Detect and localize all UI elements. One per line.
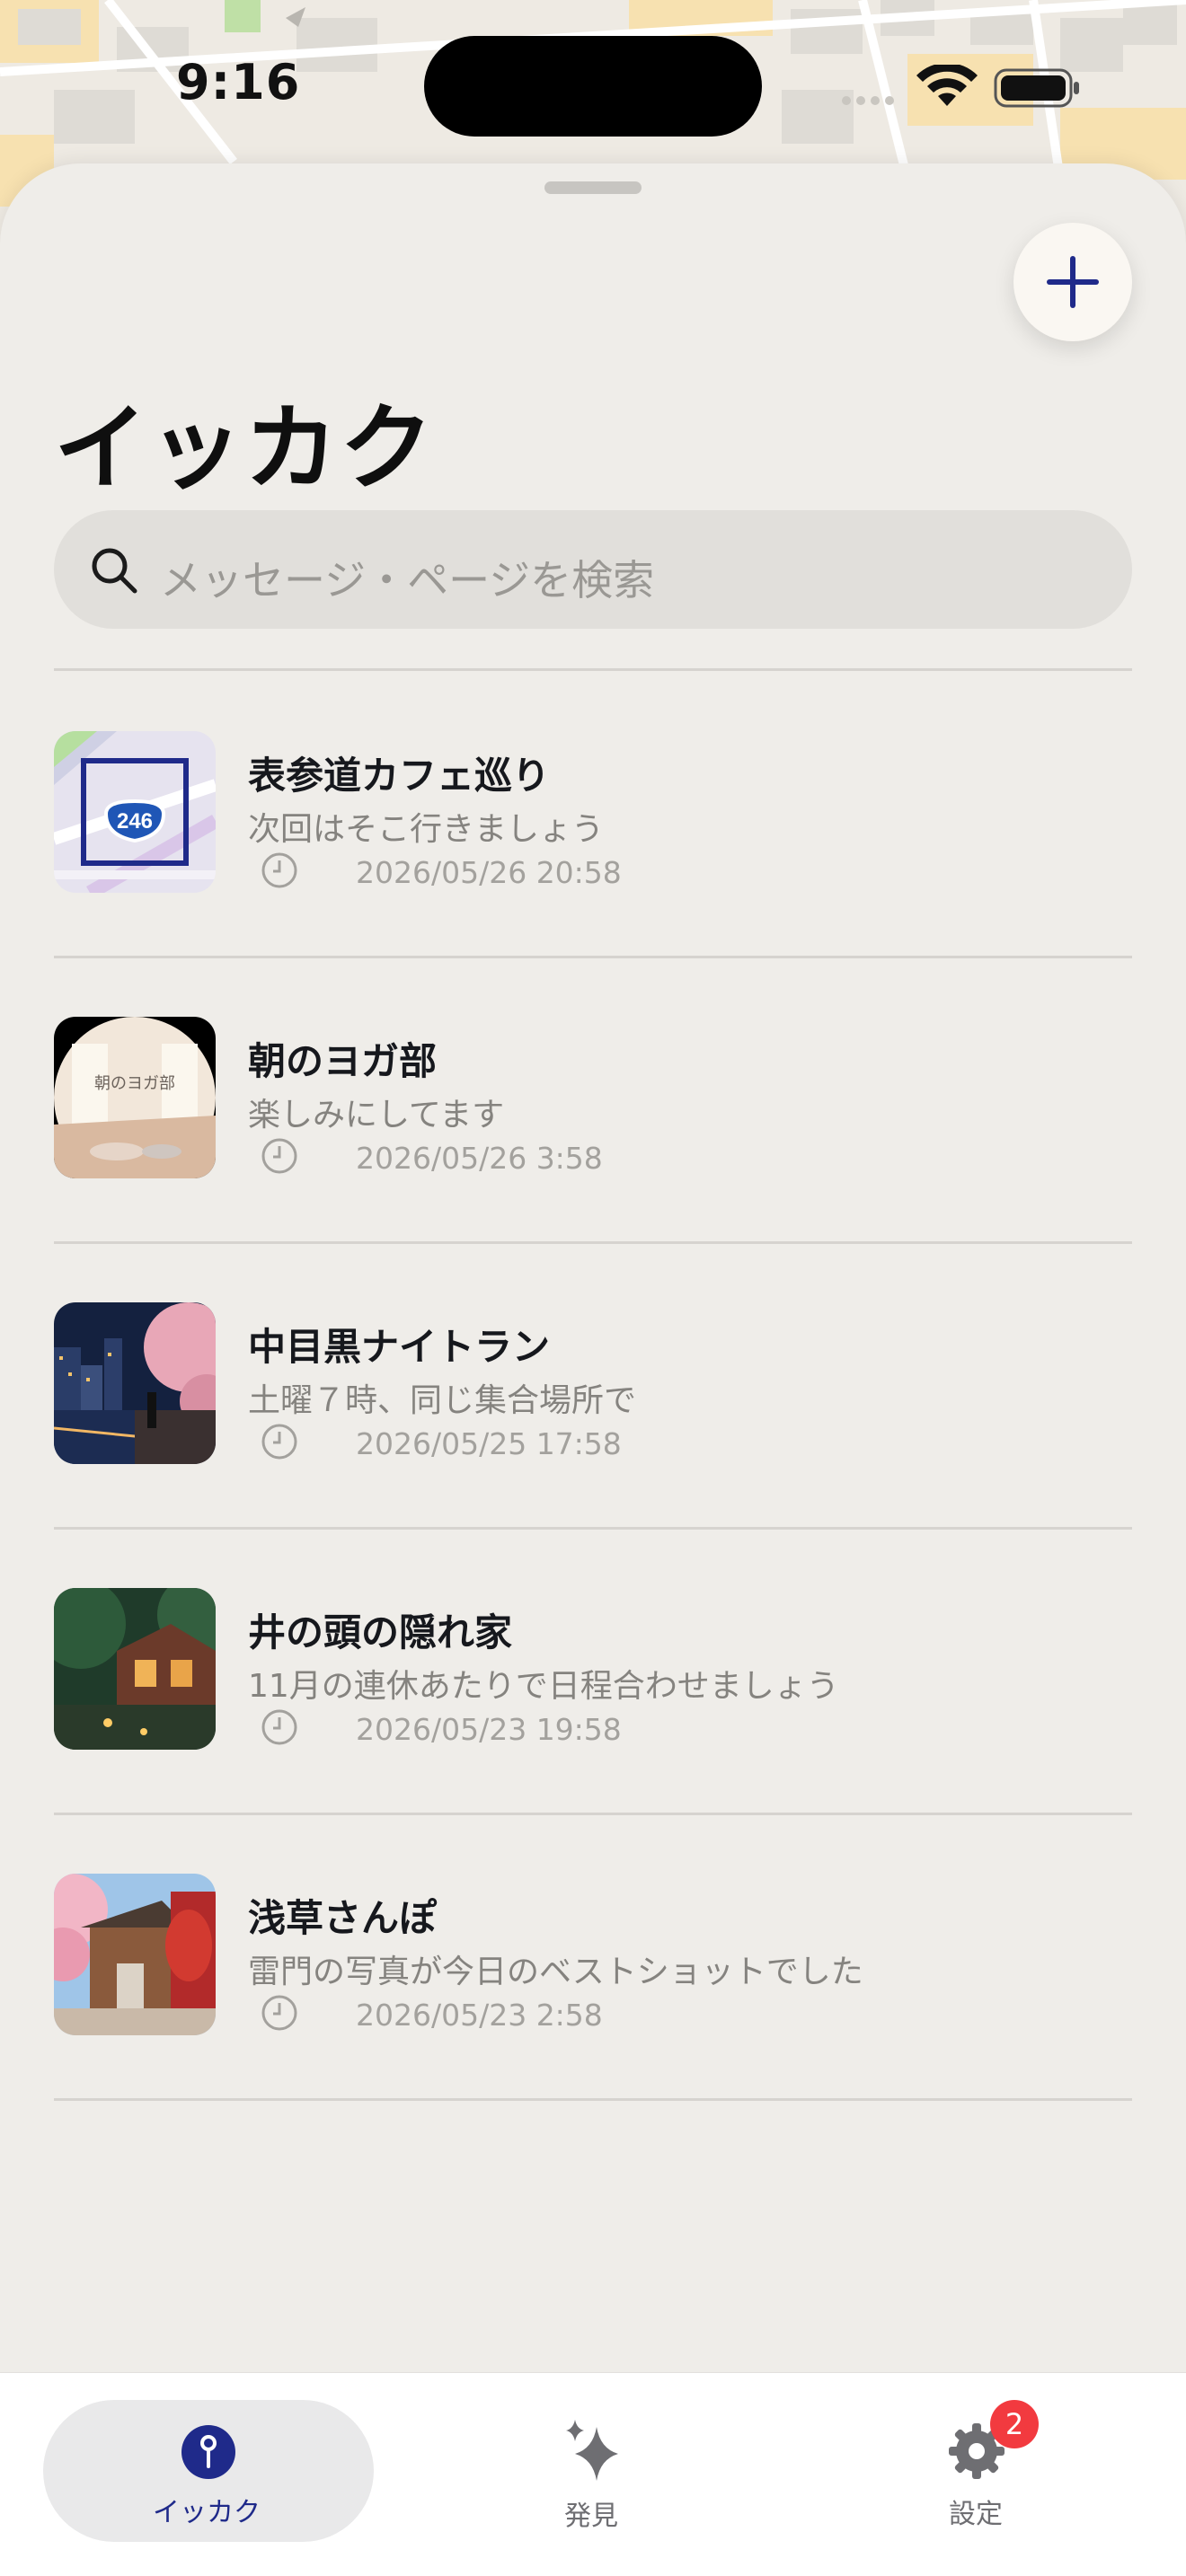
clock-icon — [261, 852, 297, 888]
chat-thumbnail — [54, 1588, 216, 1750]
chat-thumbnail — [54, 1874, 216, 2035]
divider — [54, 2098, 1132, 2101]
tab-settings[interactable]: 2 設定 — [898, 2400, 1078, 2542]
chat-list-sheet: イッカク メッセージ・ページを検索 246 表参道カフェ巡り 次回はそこ行きまし… — [0, 163, 1186, 2576]
chat-timestamp: 2026/05/26 3:58 — [356, 1141, 603, 1176]
dynamic-island — [424, 36, 762, 137]
divider — [54, 668, 1132, 671]
tab-discover[interactable]: 発見 — [503, 2400, 683, 2542]
search-placeholder: メッセージ・ページを検索 — [160, 556, 655, 604]
pin-icon — [181, 2425, 235, 2479]
chat-row-nakameguro[interactable]: 中目黒ナイトラン 土曜７時、同じ集合場所で 2026/05/25 17:58 — [0, 1243, 1186, 1530]
route-shield-label: 246 — [117, 809, 153, 834]
chat-last-message: 次回はそこ行きましょう — [248, 811, 605, 848]
chat-title: 浅草さんぽ — [248, 1896, 438, 1940]
chat-last-message: 楽しみにしてます — [248, 1097, 505, 1134]
status-time: 9:16 — [176, 54, 301, 110]
tab-label: 発見 — [564, 2501, 618, 2532]
chat-thumbnail: 246 — [54, 731, 216, 893]
chat-thumbnail: 朝のヨガ部 — [54, 1017, 216, 1178]
clock-icon — [261, 1424, 297, 1460]
page-title: イッカク — [54, 393, 436, 503]
tab-label: イッカク — [153, 2497, 261, 2528]
battery-icon — [994, 68, 1079, 108]
search-icon — [92, 548, 137, 594]
cellular-signal-icon — [842, 96, 894, 105]
chat-title: 井の頭の隠れ家 — [248, 1610, 513, 1654]
chat-row-asakusa[interactable]: 浅草さんぽ 雷門の写真が今日のベストショットでした 2026/05/23 2:5… — [0, 1814, 1186, 2101]
tab-label: 設定 — [949, 2499, 1003, 2530]
sheet-grabber[interactable] — [544, 181, 642, 194]
chat-timestamp: 2026/05/26 20:58 — [356, 855, 622, 890]
chat-title: 朝のヨガ部 — [248, 1039, 438, 1083]
chat-last-message: 雷門の写真が今日のベストショットでした — [248, 1954, 863, 1990]
search-input[interactable]: メッセージ・ページを検索 — [54, 510, 1132, 629]
clock-icon — [261, 1138, 297, 1174]
chat-title: 中目黒ナイトラン — [248, 1325, 551, 1369]
tab-bar: イッカク 発見 2 設定 — [0, 2373, 1186, 2576]
thumbnail-caption: 朝のヨガ部 — [94, 1074, 175, 1092]
chat-last-message: 11月の連休あたりで日程合わせましょう — [248, 1668, 839, 1705]
chat-timestamp: 2026/05/23 2:58 — [356, 1998, 603, 2033]
chat-last-message: 土曜７時、同じ集合場所で — [248, 1382, 637, 1419]
sparkles-icon — [566, 2420, 618, 2481]
status-icons — [842, 65, 1079, 108]
chat-row-yoga[interactable]: 朝のヨガ部 朝のヨガ部 楽しみにしてます 2026/05/26 3:58 — [0, 957, 1186, 1244]
plus-icon — [1047, 256, 1099, 308]
notification-badge: 2 — [990, 2400, 1039, 2448]
clock-icon — [261, 1995, 297, 2031]
wifi-icon — [916, 65, 978, 106]
tab-ikkaku[interactable]: イッカク — [43, 2400, 374, 2542]
add-button[interactable] — [1013, 223, 1132, 341]
chat-timestamp: 2026/05/23 19:58 — [356, 1712, 622, 1747]
chat-timestamp: 2026/05/25 17:58 — [356, 1426, 622, 1461]
chat-thumbnail — [54, 1302, 216, 1464]
clock-icon — [261, 1709, 297, 1745]
chat-row-inokashira[interactable]: 井の頭の隠れ家 11月の連休あたりで日程合わせましょう 2026/05/23 1… — [0, 1529, 1186, 1815]
chat-title: 表参道カフェ巡り — [248, 754, 551, 798]
chat-row-omotesando[interactable]: 246 表参道カフェ巡り 次回はそこ行きましょう 2026/05/26 20:5… — [0, 672, 1186, 958]
status-bar: 9:16 — [0, 0, 1186, 171]
